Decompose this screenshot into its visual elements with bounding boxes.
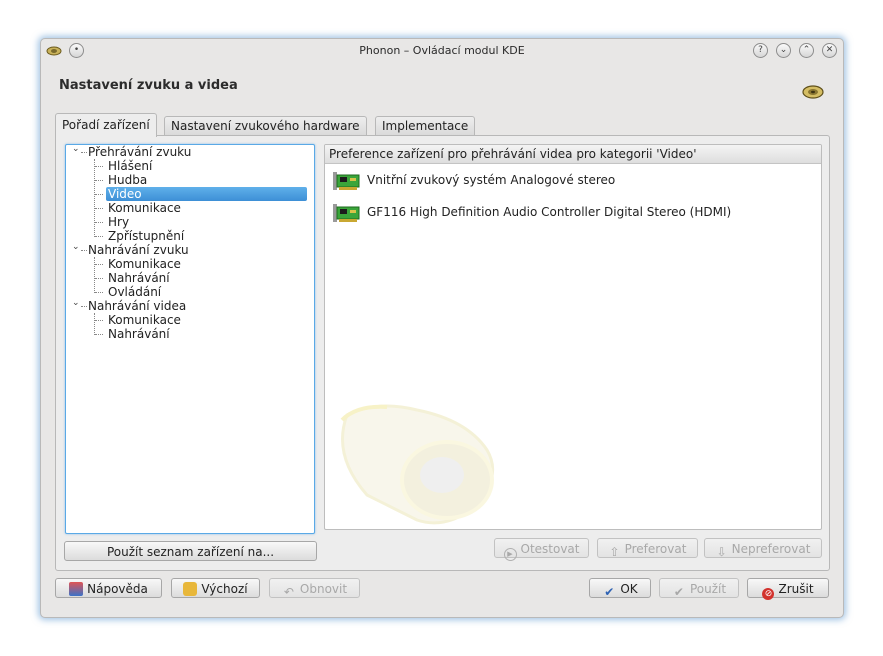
list-header: Preference zařízení pro přehrávání videa… [325,145,821,164]
window-title: Phonon – Ovládací modul KDE [359,44,525,57]
close-icon[interactable]: ✕ [822,43,837,58]
expander-icon[interactable]: ⌄ [72,240,80,254]
tab-device-order[interactable]: Pořadí zařízení [55,113,157,137]
tree-label: Komunikace [108,201,181,215]
sound-card-icon [333,172,360,190]
help-book-icon [69,582,84,596]
reset-button[interactable]: ↶ Obnovit [269,578,360,599]
tab-panel: ⌄ Přehrávání zvuku Hlášení Hudba Video K… [55,135,830,571]
checkmark-icon: ✔ [673,585,684,599]
play-circle-icon: ▶ [503,548,517,561]
tab-label: Implementace [382,119,469,133]
apply-device-list-button[interactable]: Použít seznam zařízení na... [64,541,317,561]
phonon-kcm-window: • Phonon – Ovládací modul KDE ? ⌄ ⌃ ✕ Na… [40,38,844,618]
tree-label: Ovládání [108,285,162,299]
tree-label: Hry [108,215,130,229]
button-label: OK [620,582,638,596]
title-bar[interactable]: • Phonon – Ovládací modul KDE ? ⌄ ⌃ ✕ [41,39,843,63]
button-label: Nepreferovat [731,542,811,556]
undo-icon: ↶ [283,585,294,599]
tree-guide [94,257,95,293]
button-label: Použít [689,582,727,596]
tree-label: Komunikace [108,257,181,271]
checkmark-icon: ✔ [604,585,615,599]
tree-label: Komunikace [108,313,181,327]
help-question-icon[interactable]: ? [753,43,768,58]
test-button[interactable]: ▶ Otestovat [494,538,589,561]
speaker-icon [802,85,824,99]
tree-label: Nahrávání [108,327,170,341]
tab-label: Nastavení zvukového hardware [171,119,360,133]
sound-card-icon [333,204,360,222]
maximize-icon[interactable]: ⌃ [799,43,814,58]
arrow-down-icon: ⇩ [716,545,727,559]
ok-button[interactable]: ✔ OK [589,578,651,599]
defer-button[interactable]: ⇩ Nepreferovat [704,538,822,559]
button-label: Nápověda [87,582,148,596]
button-label: Zrušit [778,582,814,596]
help-button[interactable]: Nápověda [55,578,162,598]
tree-label: Video [106,187,307,201]
button-label: Obnovit [299,582,348,596]
defaults-button[interactable]: Výchozí [171,578,260,598]
tree-label: Nahrávání zvuku [88,243,189,257]
tree-guide [94,313,95,335]
minimize-icon[interactable]: ⌄ [776,43,791,58]
arrow-up-icon: ⇧ [609,545,620,559]
cancel-button[interactable]: ⊘ Zrušit [747,578,829,600]
tree-label: Hudba [108,173,148,187]
page-title: Nastavení zvuku a videa [59,78,238,93]
tree-label: Nahrávání videa [88,299,187,313]
apply-button[interactable]: ✔ Použít [659,578,739,599]
expander-icon[interactable]: ⌄ [72,142,80,156]
expander-icon[interactable]: ⌄ [72,296,80,310]
button-label: Preferovat [624,542,687,556]
button-label: Použít seznam zařízení na... [106,545,275,559]
tree-label: Přehrávání zvuku [88,145,192,159]
defaults-icon [183,582,198,596]
device-preference-list[interactable]: Preference zařízení pro přehrávání videa… [324,144,822,530]
device-name: GF116 High Definition Audio Controller D… [367,205,732,219]
cancel-icon: ⊘ [762,588,775,600]
tree-label: Zpřístupnění [108,229,185,243]
button-label: Otestovat [520,542,580,556]
category-tree[interactable]: ⌄ Přehrávání zvuku Hlášení Hudba Video K… [65,144,315,534]
tree-label: Nahrávání [108,271,170,285]
tree-item-video[interactable]: Video [95,187,307,201]
tab-label: Pořadí zařízení [62,118,150,132]
tree-label: Hlášení [108,159,153,173]
device-name: Vnitřní zvukový systém Analogové stereo [367,173,616,187]
prefer-button[interactable]: ⇧ Preferovat [597,538,698,559]
tab-backend[interactable]: Implementace [375,116,476,136]
speaker-watermark-icon [340,404,495,525]
tab-audio-hardware[interactable]: Nastavení zvukového hardware [164,116,367,136]
button-label: Výchozí [201,582,248,596]
